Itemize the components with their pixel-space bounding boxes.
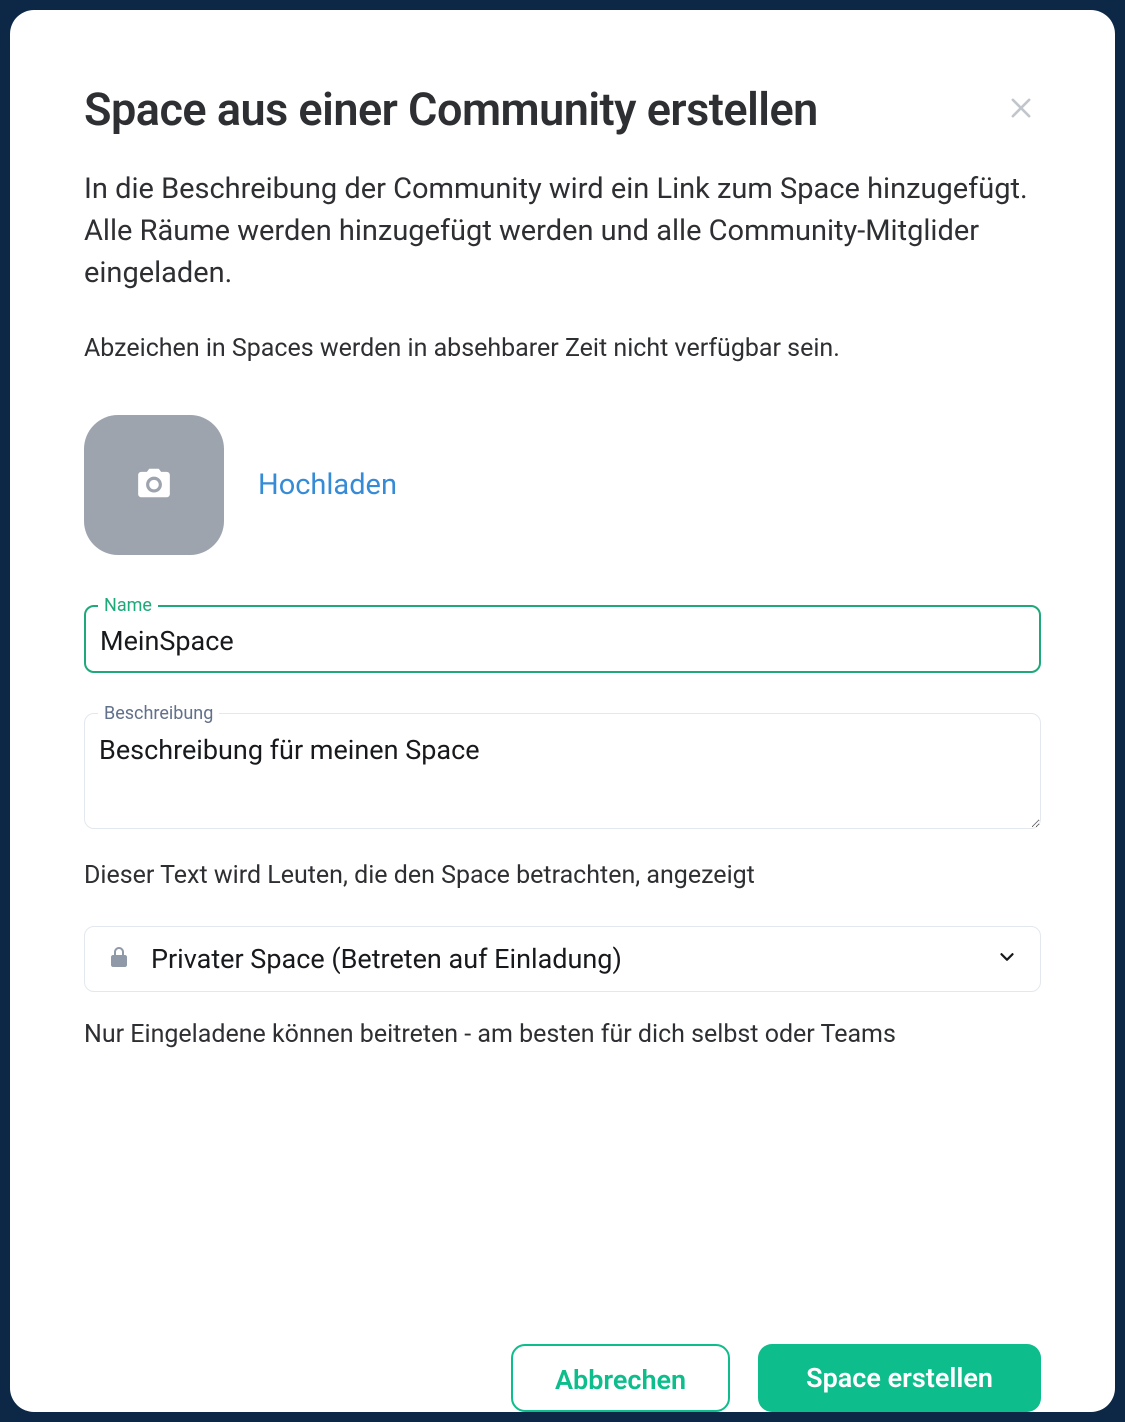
description-label: Beschreibung <box>98 703 219 724</box>
description-field-wrap: Beschreibung <box>84 713 1041 833</box>
name-label: Name <box>98 595 158 616</box>
chevron-down-icon <box>996 946 1018 972</box>
name-input[interactable] <box>84 605 1041 673</box>
dialog-header: Space aus einer Community erstellen <box>84 84 1041 136</box>
avatar-upload-row: Hochladen <box>84 415 1041 555</box>
description-helper: Dieser Text wird Leuten, die den Space b… <box>84 861 1041 890</box>
dialog-notice: Abzeichen in Spaces werden in absehbarer… <box>84 334 1041 363</box>
dialog-subtitle: In die Beschreibung der Community wird e… <box>84 168 1041 294</box>
upload-link[interactable]: Hochladen <box>258 468 397 502</box>
privacy-selected-label: Privater Space (Betreten auf Einladung) <box>151 943 976 975</box>
close-icon <box>1007 110 1035 125</box>
privacy-helper: Nur Eingeladene können beitreten - am be… <box>84 1020 1041 1049</box>
lock-icon <box>107 944 131 974</box>
name-field-wrap: Name <box>84 605 1041 673</box>
create-space-button[interactable]: Space erstellen <box>758 1344 1041 1412</box>
close-button[interactable] <box>1001 88 1041 131</box>
dialog-footer: Abbrechen Space erstellen <box>84 1344 1041 1412</box>
camera-icon <box>135 464 173 506</box>
privacy-dropdown[interactable]: Privater Space (Betreten auf Einladung) <box>84 926 1041 992</box>
cancel-button[interactable]: Abbrechen <box>511 1344 730 1412</box>
avatar-placeholder[interactable] <box>84 415 224 555</box>
description-input[interactable] <box>84 713 1041 829</box>
create-space-dialog: Space aus einer Community erstellen In d… <box>10 10 1115 1412</box>
dialog-title: Space aus einer Community erstellen <box>84 84 818 136</box>
